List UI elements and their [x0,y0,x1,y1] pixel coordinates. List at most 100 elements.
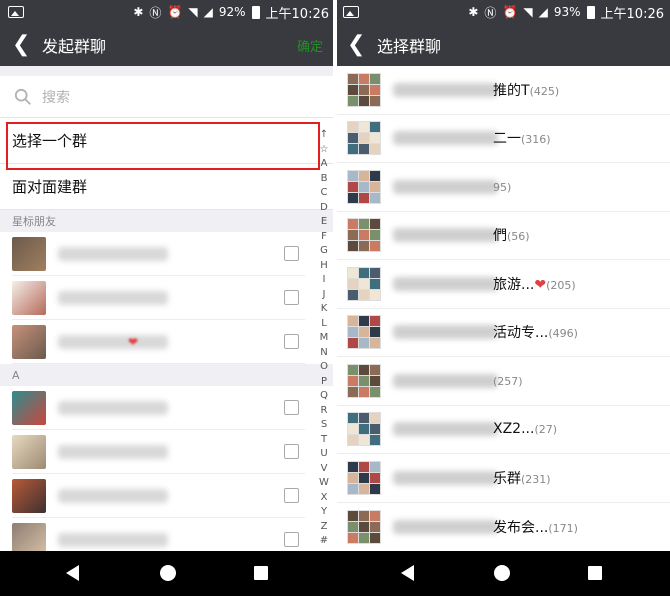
contact-row[interactable] [0,232,335,276]
index-letter[interactable]: L [321,317,327,332]
index-letter[interactable]: ↑ [320,128,328,143]
group-row[interactable]: 发布会...(171) [335,503,670,552]
group-avatar-tile [359,133,369,144]
contact-checkbox[interactable] [284,400,299,415]
index-letter[interactable]: S [321,418,327,433]
contact-row[interactable]: ❤ [0,320,335,364]
group-row[interactable]: 二一(316) [335,115,670,163]
index-letter[interactable]: X [321,491,328,506]
nav-back-icon[interactable] [401,565,414,581]
starred-contacts-list: ❤ [0,232,335,364]
group-avatar-tile [359,510,369,521]
status-bar: ✱ Ⓝ ⏰ ◥ ◢ 92% 上午10:26 [0,0,335,24]
contact-row[interactable] [0,474,335,518]
back-arrow-icon[interactable]: ❮ [12,34,34,56]
group-avatar [347,72,381,107]
group-avatar-tile [359,461,369,472]
group-avatar-tile [348,241,358,252]
group-row[interactable]: 活动专...(496) [335,309,670,357]
index-letter[interactable]: D [320,201,328,216]
back-arrow-icon[interactable]: ❮ [347,34,369,56]
index-letter[interactable]: F [321,230,327,245]
index-letter[interactable]: C [321,186,328,201]
index-letter[interactable]: N [320,346,327,361]
contact-checkbox[interactable] [284,334,299,349]
group-name-text: XZ2... [493,421,535,438]
index-letter[interactable]: Z [321,520,328,535]
android-nav-bar [0,551,670,596]
nav-home-icon[interactable] [160,565,176,581]
contact-checkbox[interactable] [284,444,299,459]
group-avatar-tile [359,84,369,95]
spacer [0,66,335,76]
group-avatar [347,266,381,301]
group-row[interactable]: 95) [335,163,670,212]
contact-row[interactable] [0,518,335,551]
option-label: 面对面建群 [12,178,88,196]
index-letter[interactable]: P [321,375,327,390]
gallery-icon [343,6,359,18]
group-avatar-tile [348,375,358,386]
nav-home-icon[interactable] [494,565,510,581]
index-letter[interactable]: A [321,157,328,172]
group-avatar-tile [359,472,369,483]
contact-checkbox[interactable] [284,246,299,261]
index-letter[interactable]: T [321,433,327,448]
group-row[interactable]: 推的T(425) [335,66,670,115]
group-row[interactable]: 旅游...❤(205) [335,260,670,309]
index-letter[interactable]: J [323,288,326,303]
group-avatar [347,218,381,253]
face-to-face-group-option[interactable]: 面对面建群 [0,164,335,210]
contact-checkbox[interactable] [284,532,299,547]
index-letter[interactable]: ☆ [320,143,329,158]
contact-row[interactable] [0,430,335,474]
group-row[interactable]: 乐群(231) [335,454,670,503]
index-letter[interactable]: B [321,172,328,187]
index-letter[interactable]: Q [320,389,328,404]
index-letter[interactable]: Y [321,505,327,520]
search-input[interactable]: 搜索 [0,76,335,118]
index-letter[interactable]: K [321,302,328,317]
group-avatar-tile [348,483,358,494]
battery-percent: 93% [553,5,581,19]
group-row[interactable]: 們(56) [335,212,670,260]
group-avatar-tile [370,289,380,300]
index-letter[interactable]: O [320,360,328,375]
index-letter[interactable]: E [321,215,327,230]
select-group-option[interactable]: 选择一个群 [0,118,335,170]
group-avatar-tile [359,230,369,241]
group-avatar-tile [359,364,369,375]
group-avatar-tile [370,170,380,181]
nav-recents-icon[interactable] [588,566,602,580]
battery-percent: 92% [218,5,246,19]
index-letter[interactable]: R [321,404,328,419]
alphabet-index[interactable]: ↑ ☆ A B C D E F G H I J K L M N O P Q R S T U V W X Y Z # [316,128,332,549]
index-letter[interactable]: U [320,447,327,462]
group-avatar-tile [348,435,358,446]
group-avatar-tile [348,510,358,521]
nav-back-icon[interactable] [66,565,79,581]
start-group-chat-screen: ✱ Ⓝ ⏰ ◥ ◢ 92% 上午10:26 ❮ 发起群聊 确定 搜索 选择一个群… [0,0,335,551]
index-letter[interactable]: H [320,259,328,274]
group-name-text: 乐群 [493,470,521,487]
group-avatar-tile [359,375,369,386]
group-avatar-tile [359,241,369,252]
group-avatar-tile [370,267,380,278]
group-row[interactable]: XZ2...(27) [335,406,670,454]
group-avatar-tile [370,532,380,543]
contact-row[interactable] [0,386,335,430]
contact-row[interactable] [0,276,335,320]
index-letter[interactable]: G [320,244,328,259]
group-avatar-tile [359,95,369,106]
contact-checkbox[interactable] [284,488,299,503]
confirm-button[interactable]: 确定 [297,36,323,55]
group-row[interactable]: (257) [335,357,670,406]
index-letter[interactable]: M [320,331,329,346]
index-letter[interactable]: W [319,476,329,491]
group-member-count: (205) [546,278,576,292]
index-letter[interactable]: V [321,462,328,477]
index-letter[interactable]: # [320,534,328,549]
nav-recents-icon[interactable] [254,566,268,580]
index-letter[interactable]: I [323,273,326,288]
contact-checkbox[interactable] [284,290,299,305]
